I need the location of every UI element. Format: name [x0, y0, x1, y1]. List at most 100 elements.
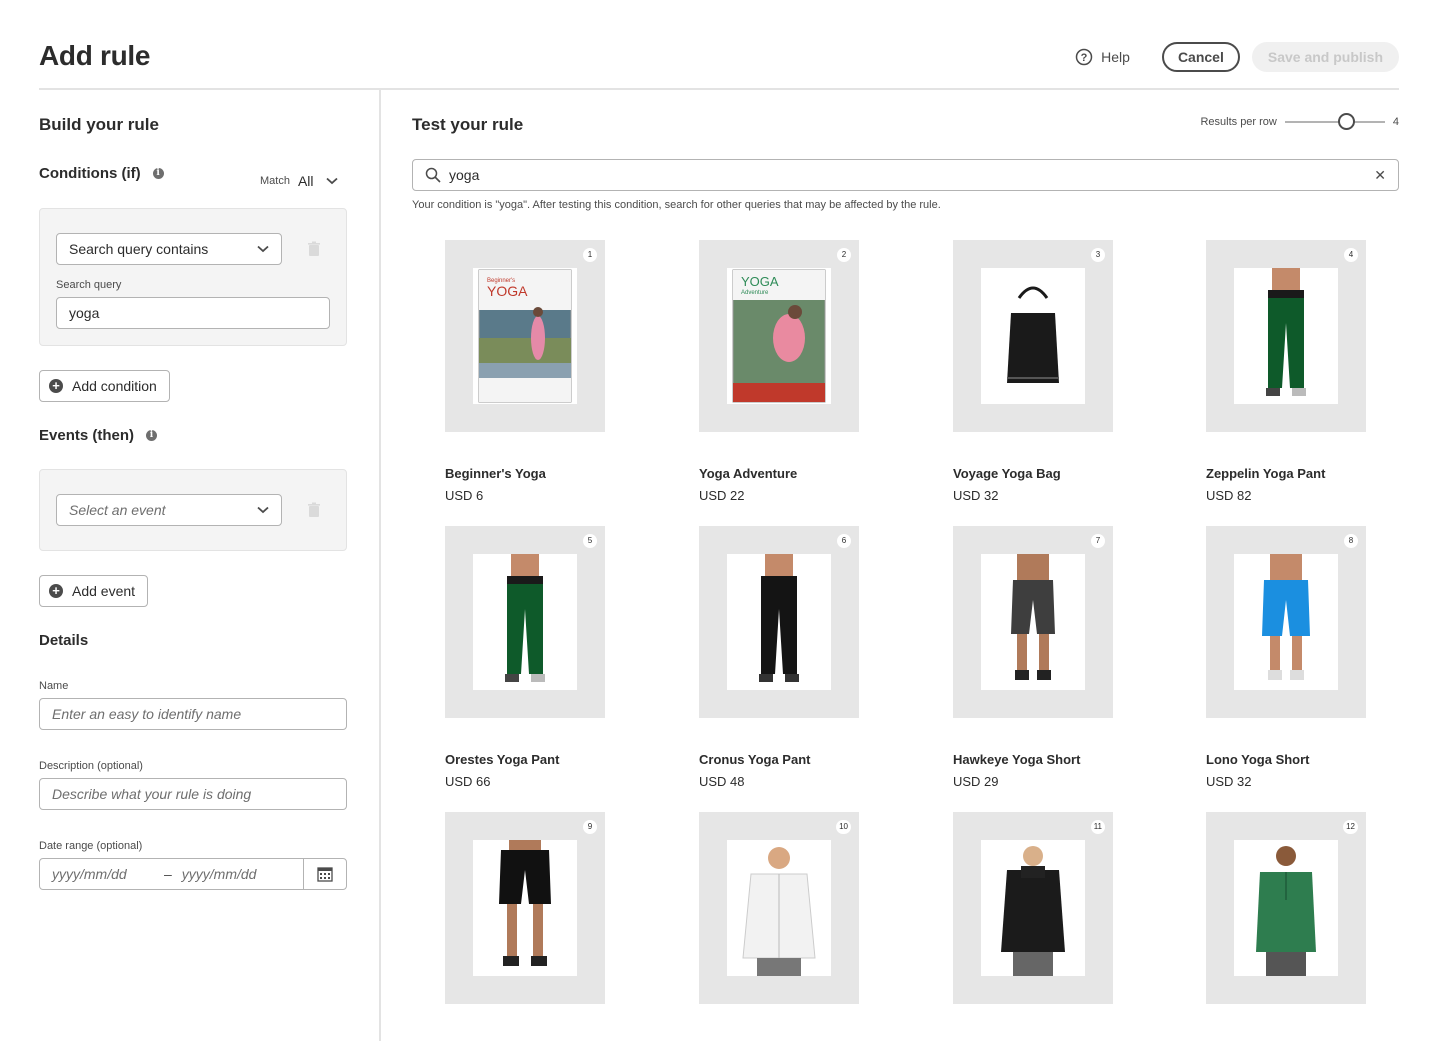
- save-and-publish-button[interactable]: Save and publish: [1251, 42, 1399, 72]
- help-link[interactable]: ? Help: [1075, 48, 1130, 66]
- product-tile[interactable]: 12: [1206, 812, 1366, 1004]
- rank-badge: 7: [1091, 534, 1105, 548]
- product-card[interactable]: 8 Lono Yoga Short USD 32: [1206, 526, 1406, 789]
- slider-handle[interactable]: [1337, 113, 1355, 130]
- product-tile[interactable]: 11: [953, 812, 1113, 1004]
- event-card: Select an event: [39, 469, 347, 551]
- product-image: [727, 554, 831, 690]
- chevron-down-icon: [325, 177, 338, 185]
- svg-text:Adventure: Adventure: [741, 290, 769, 296]
- description-label: Description (optional): [39, 760, 143, 772]
- product-name[interactable]: Hawkeye Yoga Short: [953, 752, 1153, 767]
- product-tile[interactable]: 7: [953, 526, 1113, 718]
- product-name[interactable]: Lono Yoga Short: [1206, 752, 1406, 767]
- results-per-row-slider[interactable]: [1284, 113, 1385, 130]
- add-condition-button[interactable]: + Add condition: [39, 370, 170, 402]
- product-tile[interactable]: 5: [445, 526, 605, 718]
- name-input[interactable]: Enter an easy to identify name: [39, 698, 347, 730]
- product-name[interactable]: Beginner's Yoga: [445, 466, 645, 481]
- rank-badge: 11: [1090, 820, 1105, 834]
- conditions-heading: Conditions (if): [39, 165, 141, 182]
- info-icon[interactable]: i: [152, 168, 164, 180]
- events-heading-row: Events (then) i: [39, 427, 158, 445]
- add-event-button[interactable]: + Add event: [39, 575, 149, 607]
- date-separator: –: [164, 866, 172, 882]
- test-search-input[interactable]: yoga ✕: [412, 159, 1399, 191]
- product-tile[interactable]: 3: [953, 240, 1113, 432]
- date-end-input[interactable]: yyyy/mm/dd: [182, 866, 302, 882]
- results-per-row-label: Results per row: [1200, 116, 1277, 128]
- panel-divider: [379, 90, 381, 1041]
- product-price: USD 29: [953, 774, 999, 789]
- product-card[interactable]: 12: [1206, 812, 1406, 1004]
- product-tile[interactable]: 8: [1206, 526, 1366, 718]
- description-input[interactable]: Describe what your rule is doing: [39, 778, 347, 810]
- product-name[interactable]: Voyage Yoga Bag: [953, 466, 1153, 481]
- product-tile[interactable]: 9: [445, 812, 605, 1004]
- product-card[interactable]: 5 Orestes Yoga Pant USD 66: [445, 526, 645, 789]
- rank-badge: 2: [837, 248, 851, 262]
- event-select[interactable]: Select an event: [56, 494, 282, 526]
- help-circle-icon: ?: [1075, 48, 1093, 66]
- rank-badge: 6: [837, 534, 851, 548]
- product-tile[interactable]: 2 YOGA Adventure: [699, 240, 859, 432]
- product-tile[interactable]: 6: [699, 526, 859, 718]
- product-name[interactable]: Yoga Adventure: [699, 466, 899, 481]
- product-image: [473, 554, 577, 690]
- match-value: All: [297, 173, 314, 189]
- trash-icon[interactable]: [307, 241, 321, 257]
- product-image: [981, 268, 1085, 404]
- conditions-heading-row: Conditions (if) i: [39, 165, 164, 183]
- name-label: Name: [39, 680, 69, 692]
- build-rule-heading: Build your rule: [39, 115, 159, 134]
- calendar-icon: [317, 867, 333, 882]
- trash-icon[interactable]: [307, 502, 321, 518]
- search-query-input[interactable]: yoga: [56, 297, 330, 329]
- product-tile[interactable]: 1 Beginner's YOGA: [445, 240, 605, 432]
- product-card[interactable]: 7 Hawkeye Yoga Short USD 29: [953, 526, 1153, 789]
- cancel-button[interactable]: Cancel: [1161, 42, 1240, 72]
- product-name[interactable]: Cronus Yoga Pant: [699, 752, 899, 767]
- product-card[interactable]: 10: [699, 812, 899, 1004]
- date-start-input[interactable]: yyyy/mm/dd: [52, 866, 164, 882]
- product-price: USD 82: [1206, 488, 1252, 503]
- product-image: [1234, 268, 1338, 404]
- product-name[interactable]: Orestes Yoga Pant: [445, 752, 645, 767]
- close-icon[interactable]: ✕: [1374, 167, 1386, 184]
- rank-badge: 9: [583, 820, 597, 834]
- product-card[interactable]: 9: [445, 812, 645, 1004]
- product-tile[interactable]: 4: [1206, 240, 1366, 432]
- product-price: USD 48: [699, 774, 745, 789]
- rank-badge: 12: [1343, 820, 1358, 834]
- product-name[interactable]: Zeppelin Yoga Pant: [1206, 466, 1406, 481]
- product-price: USD 22: [699, 488, 745, 503]
- product-price: USD 6: [445, 488, 484, 503]
- product-card[interactable]: 1 Beginner's YOGA Beginner's Yoga USD 6: [445, 240, 645, 503]
- product-price: USD 32: [1206, 774, 1252, 789]
- rank-badge: 1: [583, 248, 597, 262]
- product-price: USD 32: [953, 488, 999, 503]
- condition-type-select[interactable]: Search query contains: [56, 233, 282, 265]
- rank-badge: 10: [836, 820, 851, 834]
- product-image: [1234, 554, 1338, 690]
- search-icon: [425, 167, 441, 183]
- events-heading: Events (then): [39, 427, 135, 444]
- date-range-field: yyyy/mm/dd – yyyy/mm/dd: [39, 858, 347, 890]
- chevron-down-icon: [257, 506, 269, 514]
- product-card[interactable]: 2 YOGA Adventure Yoga Adventure USD 22: [699, 240, 899, 503]
- product-image: YOGA Adventure: [727, 268, 831, 404]
- product-tile[interactable]: 10: [699, 812, 859, 1004]
- header-divider: [39, 88, 1399, 90]
- product-card[interactable]: 6 Cronus Yoga Pant USD 48: [699, 526, 899, 789]
- calendar-button[interactable]: [303, 859, 346, 889]
- condition-hint: Your condition is "yoga". After testing …: [412, 199, 941, 211]
- add-circle-icon: +: [49, 379, 63, 393]
- product-card[interactable]: 3 Voyage Yoga Bag USD 32: [953, 240, 1153, 503]
- add-circle-icon: +: [49, 584, 63, 598]
- product-image: [727, 840, 831, 976]
- product-card[interactable]: 11: [953, 812, 1153, 1004]
- match-select[interactable]: Match All: [260, 173, 338, 189]
- product-card[interactable]: 4 Zeppelin Yoga Pant USD 82: [1206, 240, 1406, 503]
- info-icon[interactable]: i: [146, 430, 158, 442]
- condition-card: Search query contains Search query yoga: [39, 208, 347, 346]
